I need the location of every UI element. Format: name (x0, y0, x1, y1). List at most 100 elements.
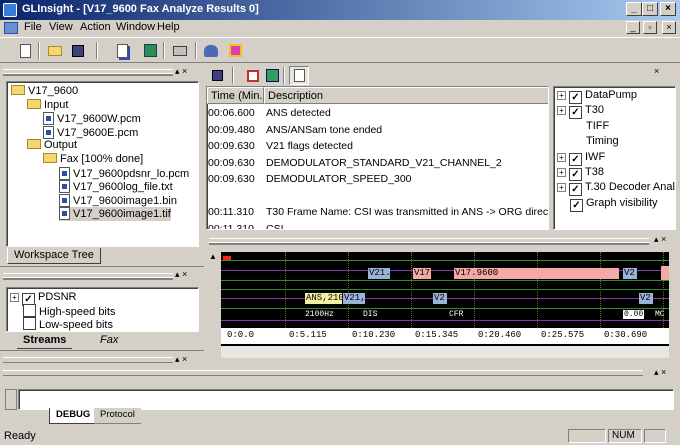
filter-item[interactable]: + ✓ DataPump (557, 89, 637, 104)
mdi-minimize-button[interactable]: _ (626, 21, 640, 34)
tree-file[interactable]: V17_9600image1.tif (59, 207, 171, 222)
log-panel-close-icon[interactable]: ▴ × (654, 368, 666, 377)
filter-item[interactable]: + ✓ T38 (557, 166, 604, 181)
lower-panel-grip[interactable] (3, 357, 173, 363)
block-v2-mid[interactable]: V2 (433, 293, 447, 304)
stream-item[interactable]: + ✓ PDSNR (10, 291, 77, 306)
tab-workspace-tree[interactable]: Workspace Tree (7, 248, 101, 264)
print-button[interactable] (170, 41, 190, 60)
log-output[interactable] (18, 389, 674, 410)
expand-icon[interactable]: + (10, 293, 19, 302)
menu-window[interactable]: Window (116, 21, 155, 33)
tab-fax[interactable]: Fax (94, 333, 125, 349)
minimize-button[interactable]: _ (626, 2, 642, 16)
filters-panel-close-icon[interactable]: × (654, 67, 659, 76)
log-panel-grip[interactable] (3, 370, 643, 376)
tab-debug[interactable]: DEBUG (49, 408, 98, 424)
events-save-button[interactable] (207, 66, 227, 85)
tree-file[interactable]: V17_9600image1.bin (59, 193, 177, 208)
menu-file[interactable]: File (24, 21, 42, 33)
tree-folder[interactable]: Fax [100% done] (43, 153, 143, 167)
streams-panel-close-icon[interactable]: ▴ × (175, 270, 187, 279)
mdi-restore-button[interactable]: ▫ (643, 21, 657, 34)
filter-item[interactable]: ✓ Graph visibility (570, 197, 658, 212)
fax-button[interactable] (225, 41, 245, 60)
lower-panel-close-icon[interactable]: ▴ × (175, 355, 187, 364)
title-bar[interactable]: GLInsight - [V17_9600 Fax Analyze Result… (0, 0, 680, 20)
table-row[interactable]: 00:11.310 CSI (207, 222, 548, 230)
table-row[interactable]: 00:11.310 T30 Frame Name: CSI was transmi… (207, 205, 548, 221)
menu-view[interactable]: View (49, 21, 73, 33)
filter-item[interactable]: Timing (586, 135, 619, 149)
filter-button[interactable] (262, 66, 282, 85)
filter-item[interactable]: +✓T.30 Decoder Analyze (557, 181, 675, 197)
table-row[interactable]: 00:09.480 ANS/ANSam tone ended (207, 123, 548, 139)
waveform-vertical-scroll[interactable] (669, 252, 677, 358)
tab-protocol[interactable]: Protocol (94, 408, 141, 424)
tab-streams[interactable]: Streams (17, 333, 73, 349)
menu-action[interactable]: Action (80, 21, 111, 33)
column-header-time[interactable]: Time (Min.Se (207, 87, 264, 104)
maximize-button[interactable]: □ (642, 2, 658, 16)
table-row[interactable]: 00:09.630 DEMODULATOR_STANDARD_V21_CHANNE… (207, 156, 548, 172)
grid-view-button[interactable] (243, 66, 263, 85)
new-file-button[interactable] (15, 41, 35, 60)
stream-checkbox[interactable] (23, 304, 36, 317)
tree-file[interactable]: V17_9600W.pcm (43, 112, 141, 126)
open-button[interactable] (45, 41, 65, 60)
filter-checkbox[interactable]: ✓ (569, 106, 582, 120)
filter-checkbox[interactable]: ✓ (569, 91, 582, 104)
expand-icon[interactable]: + (557, 91, 566, 100)
menu-help[interactable]: Help (157, 21, 180, 33)
stream-checkbox[interactable] (23, 317, 36, 330)
time-ruler[interactable]: 0:0.0 0:5.115 0:10.230 0:15.345 0:20.460… (221, 328, 669, 344)
table-row[interactable]: 00:09.630 DEMODULATOR_SPEED_300 (207, 172, 548, 188)
stream-item[interactable]: High-speed bits (23, 304, 115, 318)
expand-icon[interactable]: + (557, 183, 566, 193)
block-v21-1[interactable]: V21.1 (368, 268, 390, 279)
filter-checkbox[interactable]: ✓ (569, 168, 582, 181)
block-v17[interactable]: V17 (413, 268, 431, 279)
playhead-marker[interactable] (223, 256, 231, 260)
stream-item[interactable]: Low-speed bits (23, 317, 113, 331)
block-v2-right[interactable]: V2 (639, 293, 653, 304)
tree-folder[interactable]: V17_9600 (11, 85, 78, 99)
record-button[interactable] (140, 41, 160, 60)
expand-icon[interactable]: + (557, 106, 566, 116)
workspace-panel-close-icon[interactable]: ▴ × (175, 67, 187, 76)
block-v21-0[interactable]: V21,0 (343, 293, 365, 304)
tree-file[interactable]: V17_9600E.pcm (43, 125, 138, 140)
document-icon (4, 22, 18, 34)
expand-icon[interactable]: + (557, 168, 566, 177)
close-button[interactable]: × (660, 2, 676, 16)
filter-item[interactable]: + ✓ IWF (557, 151, 605, 166)
log-side-handle[interactable] (5, 389, 17, 410)
mdi-close-button[interactable]: × (662, 21, 676, 34)
block-v17-9600[interactable]: V17.9600 (454, 268, 619, 279)
save-button[interactable] (68, 41, 88, 60)
report-button[interactable] (112, 41, 132, 60)
table-row[interactable]: 00:06.600 ANS detected (207, 106, 548, 122)
tree-folder[interactable]: Output (27, 139, 77, 153)
tree-file[interactable]: V17_9600pdsnr_lo.pcm (59, 166, 189, 181)
filter-checkbox[interactable]: ✓ (569, 152, 582, 166)
waveform-up-arrow-icon[interactable]: ▲ (209, 252, 217, 261)
column-header-description[interactable]: Description (264, 87, 548, 104)
filter-checkbox[interactable]: ✓ (570, 198, 583, 212)
waveform-view[interactable]: V21.1 V17 V17.9600 V2 ANS,210 V21,0 V2 V… (221, 252, 669, 358)
tree-file[interactable]: V17_9600log_file.txt (59, 180, 173, 194)
status-bar: Ready NUM (0, 427, 680, 445)
block-ans-2100[interactable]: ANS,210 (305, 293, 342, 304)
filter-checkbox[interactable]: ✓ (569, 183, 582, 197)
edit-toggle-button[interactable] (289, 66, 309, 85)
filter-item[interactable]: + ✓ T30 (557, 104, 604, 120)
analyze-button[interactable] (201, 41, 221, 60)
tree-folder[interactable]: Input (27, 98, 68, 113)
filter-item[interactable]: TIFF (586, 120, 609, 134)
waveform-panel-close-icon[interactable]: ▴ × (654, 235, 666, 244)
table-row[interactable]: 00:09.630 V21 flags detected (207, 139, 548, 155)
table-row[interactable] (207, 189, 548, 205)
waveform-scrollbar[interactable] (221, 346, 669, 358)
expand-icon[interactable]: + (557, 152, 566, 162)
block-v2-top[interactable]: V2 (623, 268, 637, 279)
